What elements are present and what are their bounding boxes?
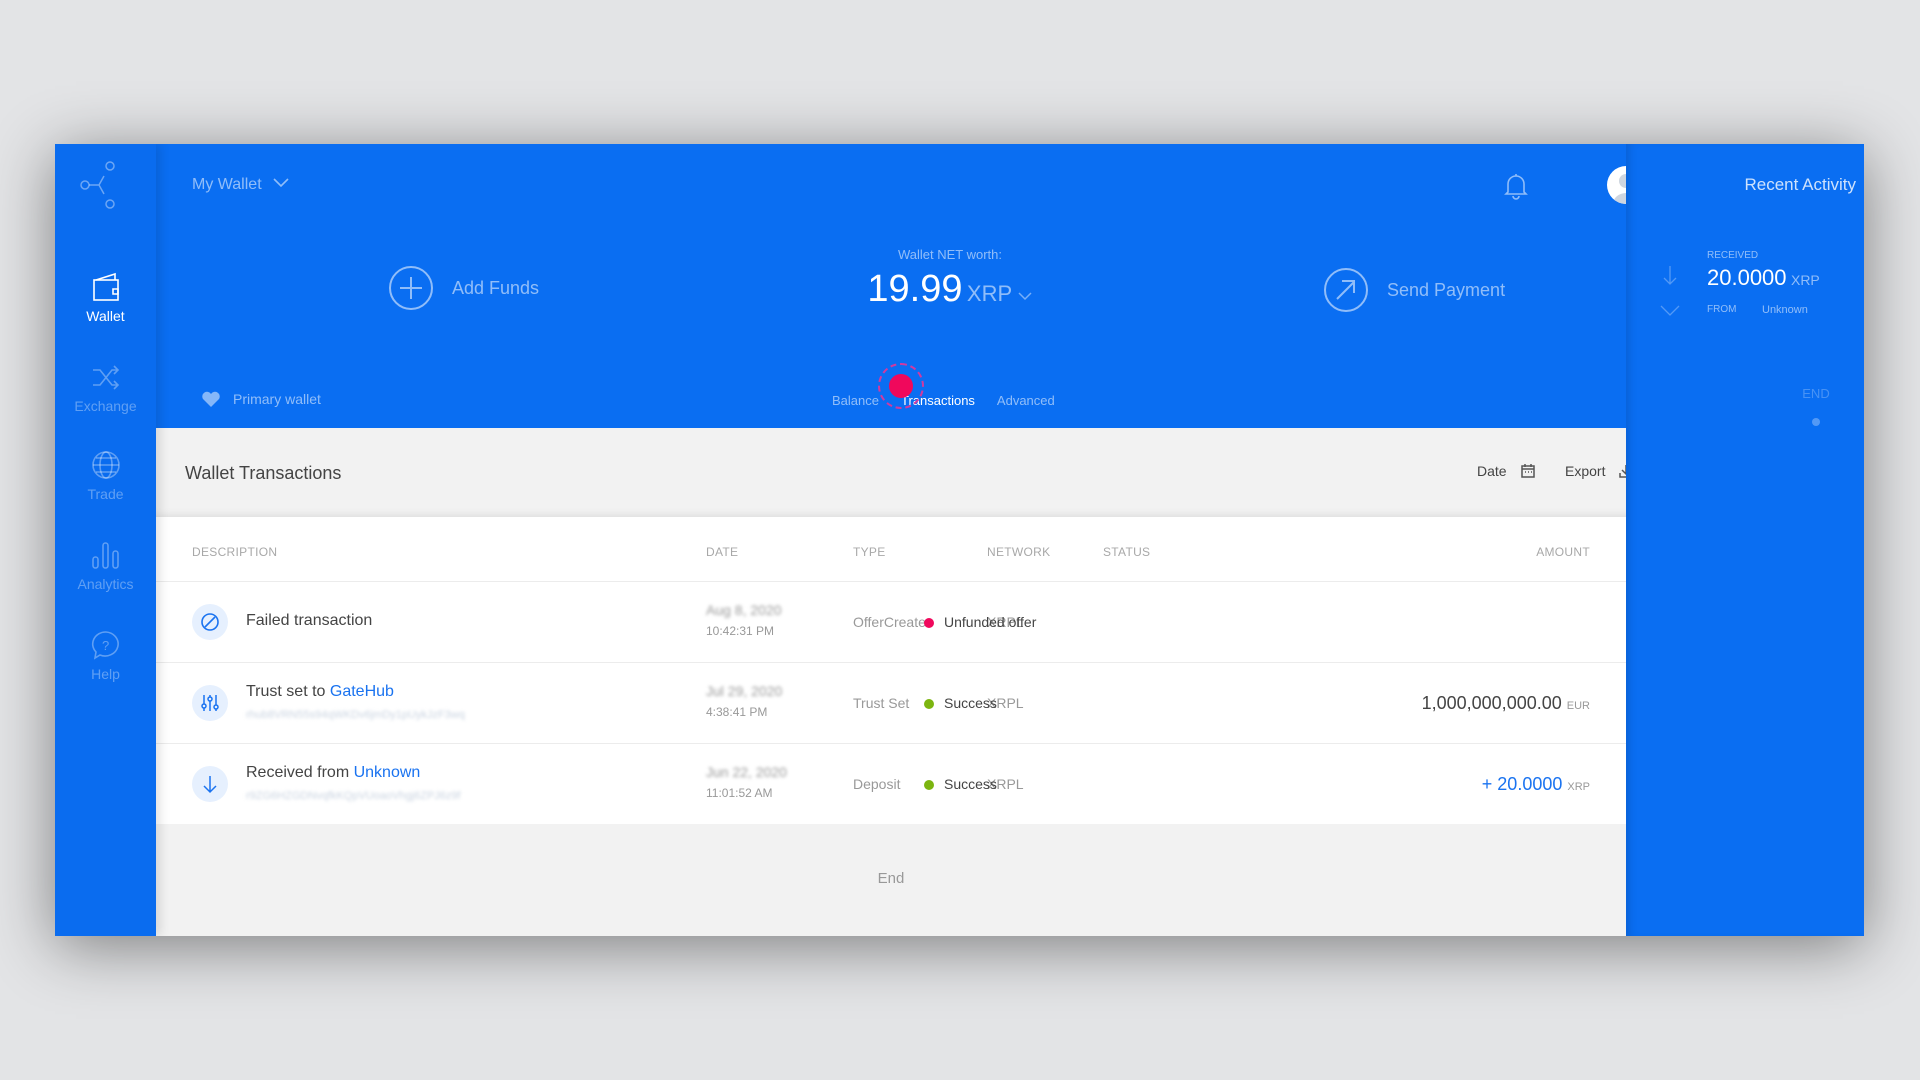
- tab-balance[interactable]: Balance: [832, 393, 879, 408]
- chevron-down-icon: [273, 178, 289, 188]
- help-bubble-icon: ?: [91, 631, 119, 660]
- add-funds-button[interactable]: Add Funds: [388, 265, 539, 311]
- status-dot: [924, 699, 934, 709]
- column-header[interactable]: DATE: [706, 545, 738, 559]
- column-header[interactable]: NETWORK: [987, 545, 1050, 559]
- table-row[interactable]: Failed transaction Aug 8, 2020 10:42:31 …: [156, 581, 1626, 662]
- wallet-tabs: Balance Transactions Advanced: [832, 393, 1055, 408]
- send-payment-button[interactable]: Send Payment: [1323, 267, 1505, 313]
- sidebar-item-analytics[interactable]: Analytics: [55, 540, 156, 592]
- sidebar-item-wallet[interactable]: Wallet: [55, 272, 156, 324]
- blocked-icon: [192, 604, 228, 640]
- click-indicator-dot: [889, 374, 913, 398]
- transactions-table: DESCRIPTION DATE TYPE NETWORK STATUS AMO…: [156, 517, 1626, 824]
- arrow-up-right-circle-icon: [1324, 268, 1368, 312]
- net-worth[interactable]: 19.99 XRP: [750, 268, 1150, 311]
- table-row[interactable]: Received from Unknown r9ZG6HZGDNvqfkKQpV…: [156, 743, 1626, 824]
- app-window: Wallet Exchange Trade Analytics ? Help M…: [55, 144, 1864, 936]
- sliders-icon: [192, 685, 228, 721]
- table-row[interactable]: Trust set to GateHub rhub8VRN55s94qWKDv6…: [156, 662, 1626, 743]
- chevron-down-icon[interactable]: [1659, 304, 1681, 318]
- panel-title: Wallet Transactions: [185, 463, 342, 483]
- main-area: My Wallet Add Funds Wallet NET worth: 19…: [156, 144, 1645, 936]
- bar-chart-icon: [91, 542, 119, 569]
- arrow-down-icon: [192, 766, 228, 802]
- arrow-down-icon: [1663, 266, 1677, 285]
- wallet-icon: [92, 272, 119, 301]
- recent-activity-panel: Recent Activity RECEIVED 20.0000 XRP FRO…: [1626, 144, 1864, 936]
- recent-activity-title: Recent Activity: [1744, 175, 1857, 194]
- address-hash: r9ZG6HZGDNvqfkKQpVUoaoVhgj6ZPJ6z9f: [246, 790, 461, 802]
- table-footer: End: [156, 824, 1626, 936]
- status-badge: Success: [924, 695, 997, 711]
- amount: + 20.0000 XRP: [1481, 774, 1590, 794]
- column-header[interactable]: AMOUNT: [1536, 545, 1590, 559]
- svg-text:?: ?: [102, 638, 109, 653]
- sidebar: Wallet Exchange Trade Analytics ? Help: [55, 144, 156, 936]
- tab-advanced[interactable]: Advanced: [997, 393, 1055, 408]
- export-button[interactable]: Export: [1565, 463, 1634, 479]
- wallet-selector[interactable]: My Wallet: [192, 176, 290, 194]
- end-dot: [1812, 418, 1820, 426]
- sidebar-item-help[interactable]: ? Help: [55, 630, 156, 682]
- logo-icon: [80, 161, 115, 209]
- unknown-link[interactable]: Unknown: [354, 764, 421, 781]
- plus-circle-icon: [389, 266, 433, 310]
- globe-icon: [91, 451, 120, 479]
- gatehub-link[interactable]: GateHub: [330, 683, 394, 700]
- status-badge: Unfunded offer: [924, 614, 1036, 630]
- shuffle-icon: [92, 365, 119, 390]
- status-dot: [924, 780, 934, 790]
- bell-icon[interactable]: [1503, 172, 1529, 200]
- status-dot: [924, 618, 934, 628]
- primary-wallet: Primary wallet: [201, 390, 321, 408]
- address-hash: rhub8VRN55s94qWKDv6jmDy1pUykJzF3wq: [246, 709, 465, 721]
- column-header[interactable]: DESCRIPTION: [192, 545, 277, 559]
- chevron-down-icon: [1018, 292, 1032, 301]
- sidebar-item-exchange[interactable]: Exchange: [55, 362, 156, 414]
- recent-amount[interactable]: 20.0000 XRP: [1707, 265, 1820, 291]
- amount: 1,000,000,000.00 EUR: [1421, 693, 1590, 713]
- column-header[interactable]: STATUS: [1103, 545, 1150, 559]
- end-label: End: [877, 870, 905, 887]
- column-header[interactable]: TYPE: [853, 545, 886, 559]
- date-filter-button[interactable]: Date: [1477, 463, 1535, 479]
- heart-icon: [202, 391, 220, 407]
- status-badge: Success: [924, 776, 997, 792]
- calendar-icon: [1520, 464, 1535, 478]
- sidebar-item-trade[interactable]: Trade: [55, 450, 156, 502]
- panel-header: Wallet Transactions Date Export: [156, 428, 1634, 517]
- net-worth-label: Wallet NET worth:: [897, 247, 1003, 262]
